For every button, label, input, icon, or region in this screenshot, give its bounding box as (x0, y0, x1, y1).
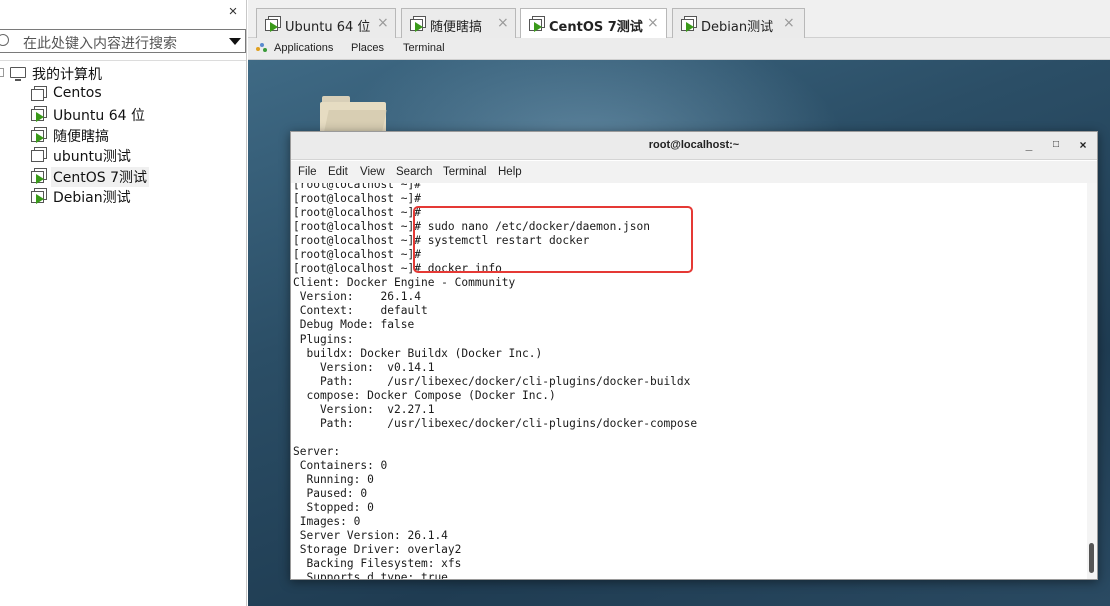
terminal-menubar: File Edit View Search Terminal Help (291, 161, 1097, 183)
tree-item-label: Centos (53, 84, 102, 101)
library-panel: × 在此处键入内容进行搜索 我的计算机 Centos Ubuntu 64 位随便瞎… (0, 0, 247, 606)
search-placeholder[interactable]: 在此处键入内容进行搜索 (23, 33, 177, 53)
tree-item-vm[interactable]: Centos (0, 83, 246, 104)
terminal-line: Storage Driver: overlay2 (293, 543, 462, 557)
chevron-down-icon[interactable] (229, 38, 241, 45)
vm-tree: 我的计算机 Centos Ubuntu 64 位随便瞎搞 ubuntu测试 CentO… (0, 62, 246, 206)
terminal-line: compose: Docker Compose (Docker Inc.) (293, 388, 556, 402)
tab-label: CentOS 7测试 (549, 20, 643, 35)
gnome-foot-icon (256, 43, 267, 54)
menu-terminal[interactable]: Terminal (443, 166, 486, 178)
terminal-output[interactable]: [root@localhost ~]# [root@localhost ~]# [r… (291, 183, 1087, 579)
terminal-titlebar[interactable]: root@localhost:~ _ □ × (291, 132, 1097, 160)
terminal-line: Plugins: (293, 332, 354, 346)
tree-item-vm[interactable]: CentOS 7测试 (0, 165, 246, 187)
vm-running-icon (31, 167, 48, 184)
vm-running-icon (31, 188, 48, 204)
computer-icon (10, 67, 26, 81)
terminal-text: [root@localhost ~]# [root@localhost ~]# [r… (293, 183, 697, 579)
terminal-line: Path: /usr/libexec/docker/cli-plugins/do… (293, 416, 698, 430)
terminal-line: Debug Mode: false (293, 318, 415, 332)
tree-item-label: CentOS 7测试 (51, 166, 150, 187)
tab-ubuntu-64[interactable]: Ubuntu 64 位 × (256, 8, 396, 38)
terminal-line: Supports d_type: true (293, 571, 448, 579)
tree-item-label: ubuntu测试 (53, 149, 131, 165)
vm-icon (31, 147, 48, 163)
library-search-box[interactable]: 在此处键入内容进行搜索 (0, 29, 246, 53)
terminal-line: Server: (293, 444, 341, 458)
menu-view[interactable]: View (360, 166, 385, 178)
terminal-line: [root@localhost ~]# systemctl restart do… (293, 234, 590, 248)
terminal-line: [root@localhost ~]# (293, 183, 421, 191)
menu-search[interactable]: Search (396, 166, 432, 178)
terminal-line: Client: Docker Engine - Community (293, 276, 516, 290)
terminal-line: Paused: 0 (293, 487, 368, 501)
library-close-button[interactable]: × (226, 4, 240, 19)
terminal-line: Context: default (293, 304, 428, 318)
tab-label: Debian测试 (701, 20, 774, 35)
divider (0, 60, 246, 61)
collapse-icon[interactable] (0, 68, 4, 77)
terminal-line: Path: /usr/libexec/docker/cli-plugins/do… (293, 374, 691, 388)
tab-debian-test[interactable]: Debian测试 × (672, 8, 805, 38)
maximize-button[interactable]: □ (1048, 137, 1064, 153)
terminal-line: Version: v0.14.1 (293, 360, 435, 374)
terminal-line: Containers: 0 (293, 458, 388, 472)
terminal-line: buildx: Docker Buildx (Docker Inc.) (293, 346, 543, 360)
vm-running-icon (31, 106, 48, 122)
vm-icon (31, 85, 48, 102)
tree-item-label: Debian测试 (53, 190, 131, 206)
tab-label: Ubuntu 64 位 (285, 20, 371, 35)
vm-running-icon (31, 126, 48, 143)
close-button[interactable]: × (1075, 137, 1091, 153)
vm-running-icon (529, 16, 546, 32)
places-menu[interactable]: Places (351, 42, 384, 54)
tab-suibian[interactable]: 随便瞎搞 × (401, 8, 516, 38)
tree-item-vm[interactable]: Debian测试 (0, 185, 246, 206)
tree-item-label: 我的计算机 (32, 67, 102, 83)
menu-file[interactable]: File (298, 166, 317, 178)
vm-running-icon (681, 16, 698, 32)
terminal-line: Running: 0 (293, 472, 374, 486)
terminal-window: root@localhost:~ _ □ × File Edit View Se… (290, 131, 1098, 580)
scrollbar-thumb[interactable] (1089, 543, 1094, 573)
search-icon (0, 34, 9, 46)
tab-centos-7-test[interactable]: CentOS 7测试 × (520, 8, 667, 39)
tree-item-vm[interactable]: 随便瞎搞 (0, 124, 246, 145)
tree-item-label: 随便瞎搞 (53, 128, 109, 145)
terminal-line: [root@localhost ~]# docker info (293, 262, 502, 276)
terminal-line: Server Version: 26.1.4 (293, 529, 448, 543)
minimize-button[interactable]: _ (1021, 137, 1037, 153)
tree-item-vm[interactable]: ubuntu测试 (0, 144, 246, 165)
applications-menu[interactable]: Applications (274, 42, 333, 54)
menu-edit[interactable]: Edit (328, 166, 348, 178)
tab-close-icon[interactable]: × (377, 15, 389, 31)
vm-running-icon (410, 16, 427, 32)
vm-tab-bar: Ubuntu 64 位 × 随便瞎搞 × CentOS 7测试 × Debian… (248, 0, 1110, 39)
folder-icon[interactable] (320, 96, 387, 136)
terminal-line: [root@localhost ~]# sudo nano /etc/docke… (293, 220, 650, 234)
terminal-line: [root@localhost ~]# (293, 206, 421, 220)
terminal-line: Stopped: 0 (293, 501, 374, 515)
tab-close-icon[interactable]: × (647, 15, 659, 31)
tree-item-label: Ubuntu 64 位 (53, 108, 145, 124)
terminal-menu[interactable]: Terminal (403, 42, 445, 54)
tree-item-vm[interactable]: Ubuntu 64 位 (0, 103, 246, 124)
terminal-line: Version: v2.27.1 (293, 402, 435, 416)
terminal-line: Images: 0 (293, 515, 361, 529)
tab-close-icon[interactable]: × (497, 15, 509, 31)
terminal-line: [root@localhost ~]# (293, 192, 421, 206)
terminal-line: Version: 26.1.4 (293, 290, 421, 304)
gnome-top-bar: Applications Places Terminal (248, 38, 1110, 60)
tree-item-my-computer[interactable]: 我的计算机 (0, 62, 246, 83)
terminal-line: [root@localhost ~]# (293, 248, 421, 262)
terminal-title: root@localhost:~ (648, 139, 740, 151)
vm-running-icon (265, 16, 282, 32)
terminal-scrollbar[interactable] (1087, 183, 1097, 579)
terminal-line: Backing Filesystem: xfs (293, 557, 462, 571)
menu-help[interactable]: Help (498, 166, 522, 178)
tab-label: 随便瞎搞 (430, 20, 483, 35)
tab-close-icon[interactable]: × (783, 15, 795, 31)
